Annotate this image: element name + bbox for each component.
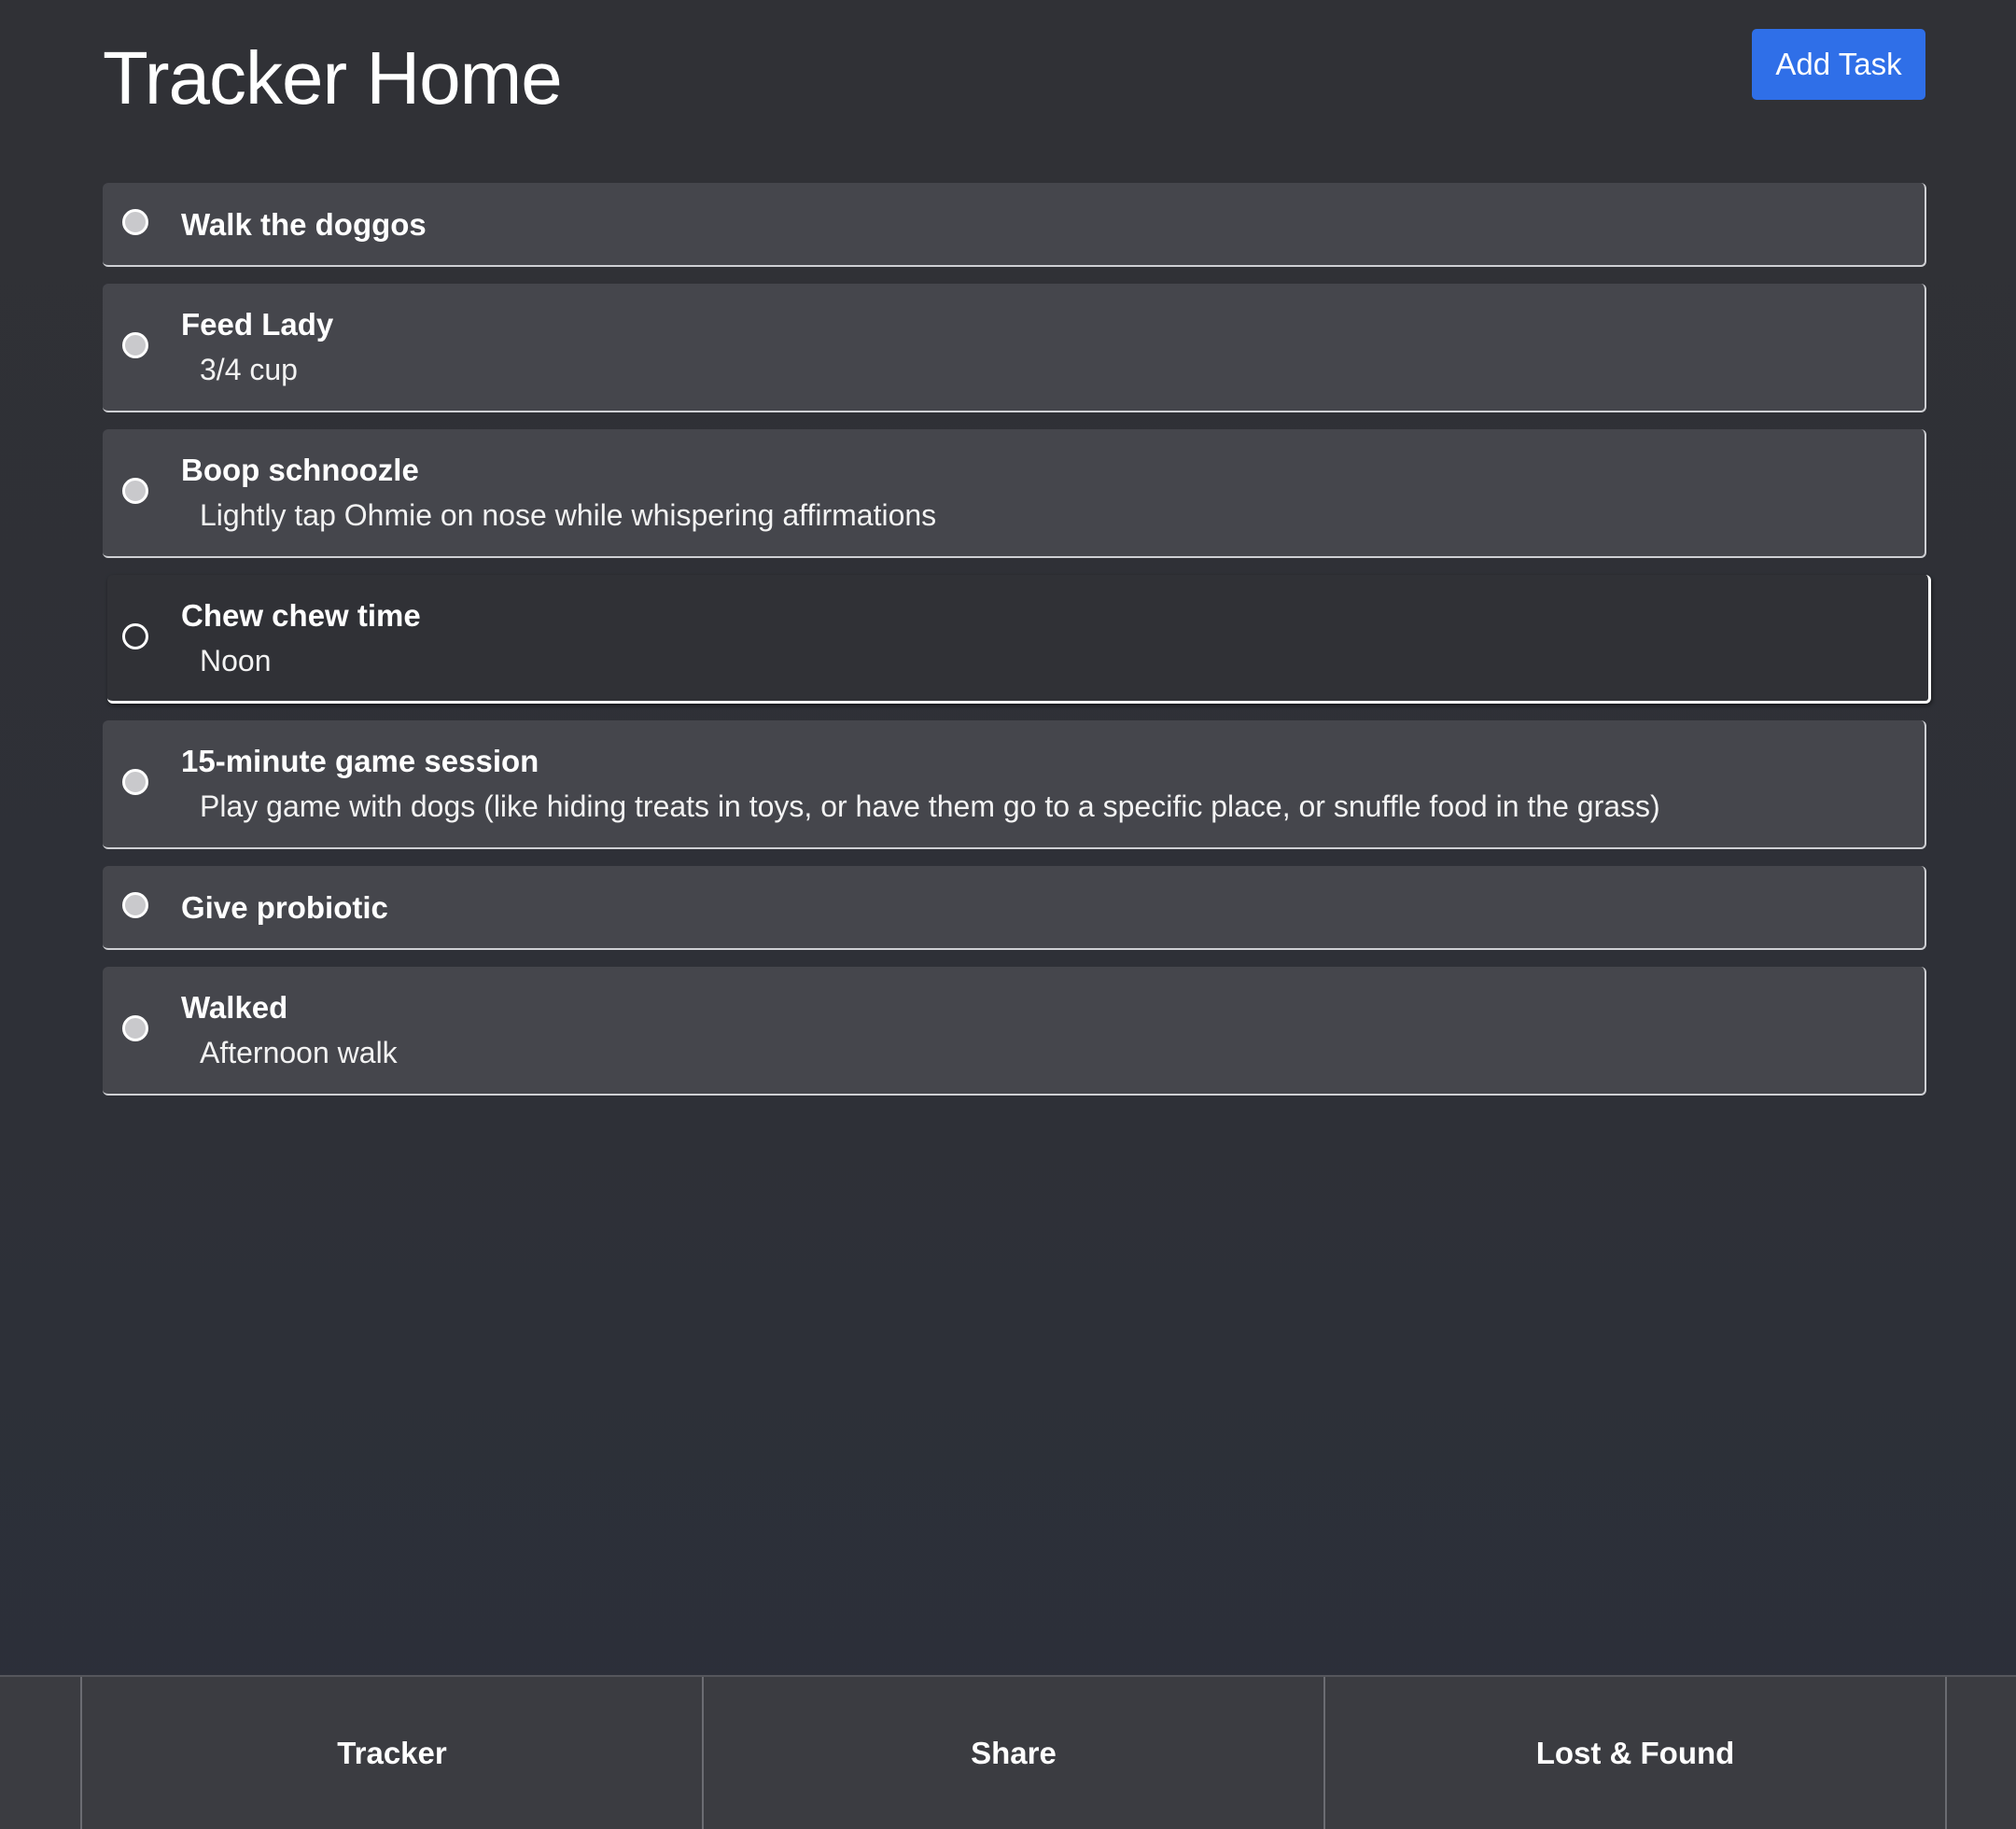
task-title: Walk the doggos: [181, 207, 427, 242]
nav-tab-share[interactable]: Share: [702, 1677, 1323, 1829]
task-title: Give probiotic: [181, 890, 388, 925]
task-title: Walked: [181, 990, 288, 1025]
task-subtitle: Afternoon walk: [200, 1036, 398, 1069]
task-subtitle: 3/4 cup: [200, 353, 298, 386]
task-radio-button[interactable]: [122, 622, 148, 649]
task-card[interactable]: Walked Afternoon walk: [103, 967, 1926, 1096]
nav-tab-lost-and-found[interactable]: Lost & Found: [1323, 1677, 1947, 1829]
task-radio-button[interactable]: [122, 332, 148, 358]
task-card[interactable]: 15-minute game session Play game with do…: [103, 720, 1926, 849]
page-header: Tracker Home Add Task: [103, 28, 1925, 131]
nav-tab-tracker[interactable]: Tracker: [80, 1677, 702, 1829]
task-title: 15-minute game session: [181, 744, 539, 778]
task-list: Walk the doggos Feed Lady 3/4 cup Boop s…: [103, 183, 1931, 1112]
task-title: Feed Lady: [181, 307, 334, 342]
task-radio-button[interactable]: [122, 892, 148, 918]
task-card[interactable]: Boop schnoozle Lightly tap Ohmie on nose…: [103, 429, 1926, 558]
task-title: Chew chew time: [181, 598, 421, 633]
task-radio-button[interactable]: [122, 769, 148, 795]
task-radio-button[interactable]: [122, 209, 148, 235]
bottom-nav: Tracker Share Lost & Found: [0, 1675, 2016, 1829]
task-card-selected[interactable]: Chew chew time Noon: [107, 575, 1931, 704]
add-task-button[interactable]: Add Task: [1752, 29, 1925, 100]
nav-tabs: Tracker Share Lost & Found: [80, 1677, 1947, 1829]
task-subtitle: Noon: [200, 644, 272, 677]
task-card[interactable]: Give probiotic: [103, 866, 1926, 950]
task-subtitle: Lightly tap Ohmie on nose while whisperi…: [200, 498, 937, 532]
task-card[interactable]: Walk the doggos: [103, 183, 1926, 267]
task-subtitle: Play game with dogs (like hiding treats …: [200, 789, 1660, 823]
task-radio-button[interactable]: [122, 1015, 148, 1041]
task-title: Boop schnoozle: [181, 453, 419, 487]
task-card[interactable]: Feed Lady 3/4 cup: [103, 284, 1926, 412]
task-radio-button[interactable]: [122, 478, 148, 504]
page-title: Tracker Home: [103, 36, 563, 119]
